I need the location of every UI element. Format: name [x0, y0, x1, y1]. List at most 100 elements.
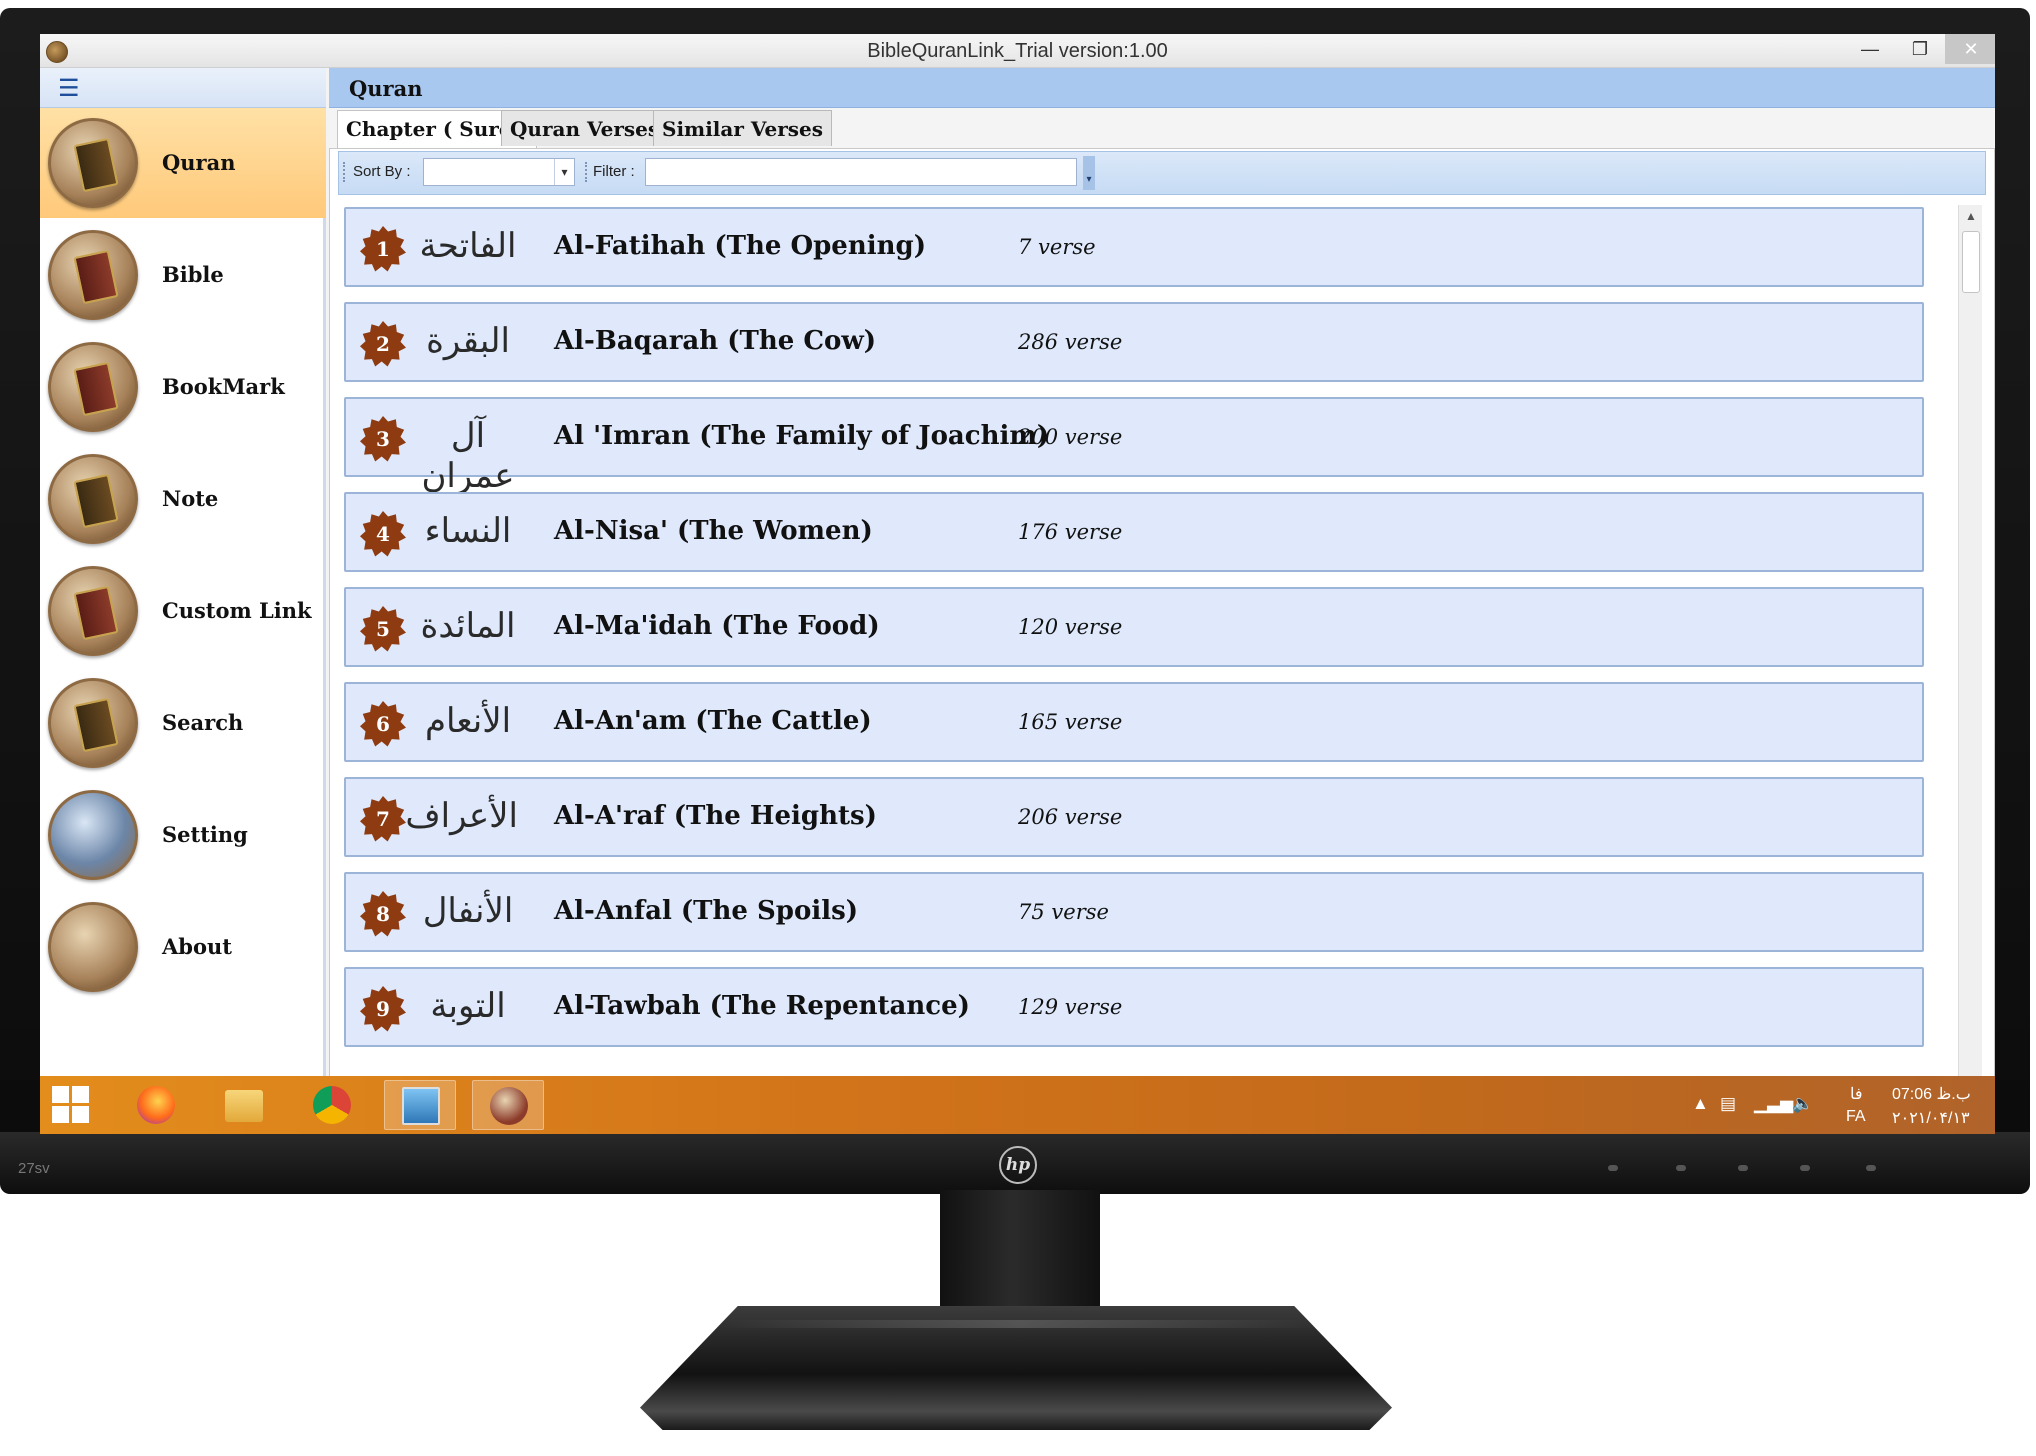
file-explorer-icon[interactable]: [208, 1080, 280, 1130]
hamburger-menu-icon[interactable]: ☰: [58, 74, 80, 103]
language-code[interactable]: FA: [1846, 1108, 1866, 1126]
search-icon: [48, 678, 138, 768]
chapter-number-badge: 8: [360, 891, 406, 937]
sidebar-item-label: Search: [162, 710, 244, 735]
signal-icon[interactable]: ▁▃▅: [1754, 1094, 1793, 1114]
chapter-name: Al-Fatihah (The Opening): [554, 231, 926, 261]
chapter-name: Al-A'raf (The Heights): [554, 801, 877, 831]
chapter-name: Al-An'am (The Cattle): [554, 706, 872, 736]
toolbar-overflow-icon[interactable]: ▾: [1083, 156, 1095, 190]
chapter-row[interactable]: 3 آل عمران Al 'Imran (The Family of Joac…: [344, 397, 1924, 496]
chapter-arabic-name: المائدة: [420, 606, 516, 646]
sidebar-item-label: Custom Link: [162, 598, 312, 623]
note-icon: [48, 454, 138, 544]
chapter-arabic-name: التوبة: [430, 986, 506, 1026]
chapter-arabic-name: الفاتحة: [419, 226, 517, 266]
chapter-verse-count: 120 verse: [1018, 615, 1123, 639]
chapter-arabic-name: آل عمران: [421, 416, 515, 496]
chapter-verse-count: 286 verse: [1018, 330, 1123, 354]
chapter-arabic-name: النساء: [424, 511, 512, 551]
firefox-icon[interactable]: [120, 1080, 192, 1130]
page-title: Quran: [349, 76, 423, 101]
content-pane: Sort By : ▾ Filter : ▾ 1 الفاتحة Al-Fati…: [329, 148, 1995, 1108]
filter-input[interactable]: [645, 158, 1077, 186]
sidebar-item-bookmark[interactable]: BookMark: [40, 332, 326, 442]
chapter-name: Al-Tawbah (The Repentance): [554, 991, 970, 1021]
chapter-name: Al 'Imran (The Family of Joachim): [554, 421, 1050, 451]
bible-book-icon: [48, 230, 138, 320]
chapter-arabic-name: الأعراف: [405, 796, 518, 836]
chapter-name: Al-Anfal (The Spoils): [554, 896, 859, 926]
clock-time[interactable]: 07:06 ب.ظ: [1892, 1084, 1971, 1104]
network-adapter-icon[interactable]: ▤: [1720, 1094, 1736, 1114]
sidebar-item-setting[interactable]: Setting: [40, 780, 326, 890]
close-button[interactable]: ✕: [1945, 34, 1995, 64]
sidebar-item-about[interactable]: About: [40, 892, 326, 1002]
sidebar-item-label: Setting: [162, 822, 248, 847]
main-panel: Quran Chapter ( Sure ) Quran Verses Simi…: [329, 68, 1995, 1108]
toolbar-separator: [585, 162, 588, 182]
monitor-stand-shine: [720, 1320, 1320, 1328]
minimize-button[interactable]: —: [1850, 34, 1890, 64]
clock-date[interactable]: ۲۰۲۱/۰۴/۱۳: [1892, 1108, 1970, 1128]
bookmark-icon: [48, 342, 138, 432]
chapter-verse-count: 129 verse: [1018, 995, 1123, 1019]
toolbar-grip: [343, 162, 346, 182]
chapter-number-badge: 1: [360, 226, 406, 272]
chapter-number-badge: 9: [360, 986, 406, 1032]
tab-similar-verses[interactable]: Similar Verses: [653, 110, 833, 146]
sidebar-header: ☰: [40, 68, 326, 108]
chapter-arabic-name: البقرة: [426, 321, 510, 361]
chapter-row[interactable]: 8 الأنفال Al-Anfal (The Spoils) 75 verse: [344, 872, 1924, 952]
sidebar-item-search[interactable]: Search: [40, 668, 326, 778]
chapter-number-badge: 7: [360, 796, 406, 842]
monitor-button: [1866, 1165, 1876, 1171]
sidebar-item-quran[interactable]: Quran: [40, 108, 326, 218]
filter-label: Filter :: [593, 163, 635, 180]
chapter-verse-count: 176 verse: [1018, 520, 1123, 544]
chapter-row[interactable]: 2 البقرة Al-Baqarah (The Cow) 286 verse: [344, 302, 1924, 382]
restore-button[interactable]: ❐: [1900, 34, 1940, 64]
photos-icon[interactable]: [384, 1080, 456, 1130]
stage: 27sv hp BibleQuranLink_Trial version:1.0…: [0, 0, 2036, 1456]
chrome-icon[interactable]: [296, 1080, 368, 1130]
sidebar-item-bible[interactable]: Bible: [40, 220, 326, 330]
monitor-button: [1738, 1165, 1748, 1171]
language-indicator[interactable]: فا: [1850, 1084, 1863, 1104]
windows-start-icon[interactable]: [52, 1086, 90, 1124]
chapter-verse-count: 165 verse: [1018, 710, 1123, 734]
chapter-number-badge: 5: [360, 606, 406, 652]
chapter-row[interactable]: 1 الفاتحة Al-Fatihah (The Opening) 7 ver…: [344, 207, 1924, 287]
title-bar: BibleQuranLink_Trial version:1.00 — ❐ ✕: [40, 34, 1995, 68]
chevron-down-icon[interactable]: ▾: [554, 159, 574, 185]
show-hidden-icons-icon[interactable]: ▲: [1692, 1094, 1709, 1114]
chapter-row[interactable]: 5 المائدة Al-Ma'idah (The Food) 120 vers…: [344, 587, 1924, 667]
chapter-arabic-name: الأنفال: [422, 891, 514, 931]
screen: BibleQuranLink_Trial version:1.00 — ❐ ✕ …: [40, 34, 1995, 1134]
chapter-row[interactable]: 4 النساء Al-Nisa' (The Women) 176 verse: [344, 492, 1924, 572]
chapter-row[interactable]: 9 التوبة Al-Tawbah (The Repentance) 129 …: [344, 967, 1924, 1047]
scroll-up-icon[interactable]: ▲: [1959, 205, 1983, 227]
about-icon: [48, 902, 138, 992]
chapter-number-badge: 4: [360, 511, 406, 557]
sidebar-item-label: BookMark: [162, 374, 285, 399]
scroll-thumb[interactable]: [1962, 231, 1980, 293]
chapter-verse-count: 206 verse: [1018, 805, 1123, 829]
monitor-button: [1608, 1165, 1618, 1171]
chapter-verse-count: 7 verse: [1018, 235, 1096, 259]
chapter-row[interactable]: 7 الأعراف Al-A'raf (The Heights) 206 ver…: [344, 777, 1924, 857]
volume-icon[interactable]: 🔈: [1792, 1094, 1813, 1114]
filter-toolbar: Sort By : ▾ Filter : ▾: [338, 151, 1986, 195]
sidebar-item-label: Bible: [162, 262, 224, 287]
panel-header: Quran: [329, 68, 1995, 108]
sidebar-item-note[interactable]: Note: [40, 444, 326, 554]
monitor-button: [1800, 1165, 1810, 1171]
biblequranlink-icon[interactable]: [472, 1080, 544, 1130]
vertical-scrollbar[interactable]: ▲ ▼: [1958, 205, 1982, 1097]
sort-by-select[interactable]: ▾: [423, 158, 575, 186]
chapter-row[interactable]: 6 الأنعام Al-An'am (The Cattle) 165 vers…: [344, 682, 1924, 762]
sidebar-item-label: Quran: [162, 150, 236, 175]
sidebar-item-label: About: [162, 934, 232, 959]
sidebar-item-custom-link[interactable]: Custom Link: [40, 556, 326, 666]
tab-quran-verses[interactable]: Quran Verses: [501, 110, 669, 146]
